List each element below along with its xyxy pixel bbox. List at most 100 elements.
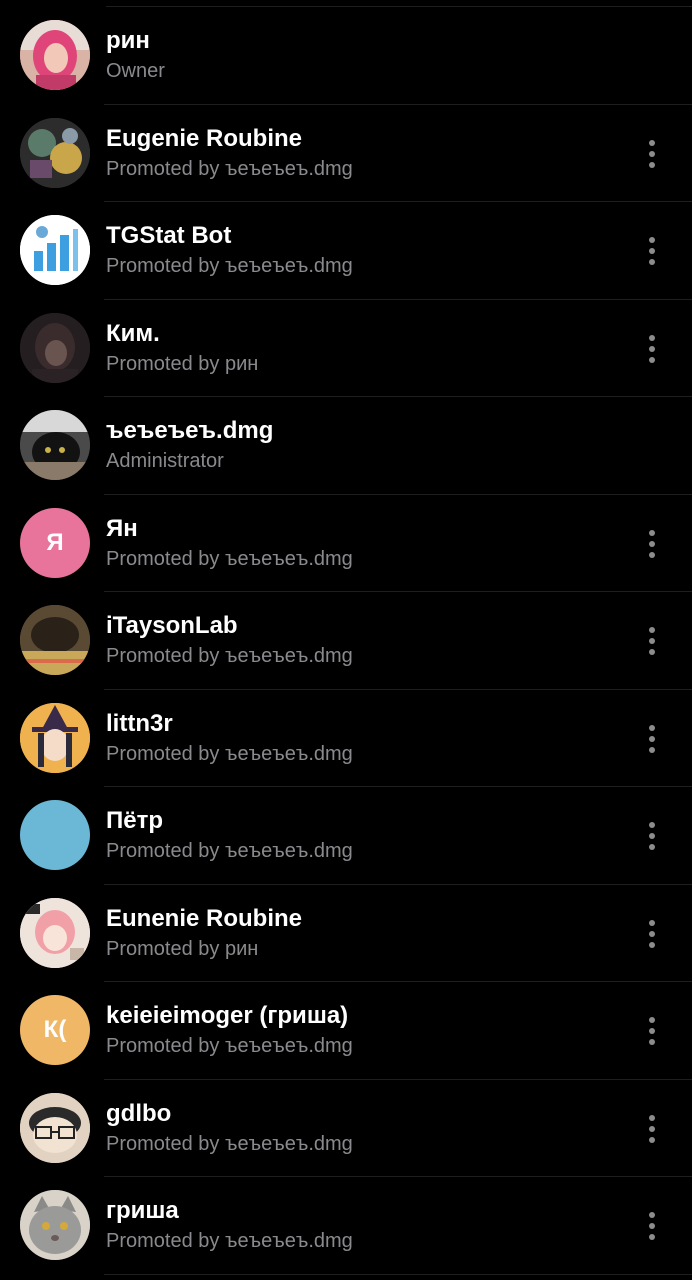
more-options-icon[interactable] [638, 235, 666, 267]
member-name: рин [106, 27, 150, 54]
menu-dot [649, 139, 655, 146]
menu-dot [649, 150, 655, 157]
members-screen: рин Owner Eugenie Roubine Promoted by ъе… [0, 0, 692, 1280]
member-row[interactable]: Eugenie Roubine Promoted by ъеъеъеъ.dmg [0, 105, 692, 203]
member-row[interactable]: рин Owner [0, 7, 692, 105]
member-name: гриша [106, 1197, 179, 1224]
menu-dot [649, 822, 655, 828]
user-photo-anime-pink[interactable] [20, 897, 90, 968]
more-options-icon[interactable] [638, 820, 666, 852]
menu-dot [649, 1234, 655, 1240]
member-row[interactable]: Eunenie Roubine Promoted by рин [0, 885, 692, 983]
menu-dot [649, 1212, 655, 1218]
member-row[interactable]: Пётр Promoted by ъеъеъеъ.dmg [0, 787, 692, 885]
avatar-initials: К( [43, 1016, 67, 1043]
menu-dot [649, 248, 655, 254]
avatar[interactable]: К( [20, 995, 90, 1065]
user-photo-glasses-drawing[interactable] [20, 1092, 90, 1163]
user-photo-grey-cat[interactable] [20, 1190, 90, 1260]
member-list: рин Owner Eugenie Roubine Promoted by ъе… [0, 7, 692, 1275]
menu-dot [649, 237, 655, 243]
member-name: gdlbo [106, 1099, 172, 1127]
more-options-icon[interactable] [638, 528, 666, 560]
member-name: keieieimoger (гриша) [106, 1002, 349, 1029]
menu-dot [649, 551, 655, 558]
avatar-initials: Я [46, 528, 64, 556]
member-name: littn3r [106, 709, 173, 737]
menu-dot [649, 356, 655, 363]
member-role: Promoted by ъеъеъеъ.dmg [106, 645, 353, 667]
member-role: Promoted by ъеъеъеъ.dmg [106, 157, 353, 180]
member-role: Administrator [106, 450, 224, 472]
user-photo-abstract[interactable] [20, 117, 90, 188]
more-options-icon[interactable] [638, 723, 666, 755]
menu-dot [649, 746, 655, 753]
user-photo-pink-hair[interactable] [20, 20, 90, 90]
menu-dot [649, 833, 655, 839]
member-role: Promoted by ъеъеъеъ.dmg [106, 1132, 353, 1155]
avatar[interactable]: Я [20, 507, 90, 578]
menu-dot [649, 930, 655, 937]
menu-dot [649, 1039, 655, 1045]
member-role: Promoted by ъеъеъеъ.dmg [106, 255, 353, 277]
member-name: Пётр [106, 807, 164, 834]
more-options-icon[interactable] [638, 1015, 666, 1047]
member-name: Ким. [106, 319, 160, 347]
member-name: ъеъеъеъ.dmg [106, 417, 274, 444]
menu-dot [649, 1223, 655, 1229]
member-role: Promoted by ъеъеъеъ.dmg [106, 1230, 353, 1252]
member-row[interactable]: littn3r Promoted by ъеъеъеъ.dmg [0, 690, 692, 788]
more-options-icon[interactable] [638, 918, 666, 950]
member-row[interactable]: ъеъеъеъ.dmg Administrator [0, 397, 692, 495]
menu-dot [649, 334, 655, 341]
member-name: Eunenie Roubine [106, 904, 303, 932]
user-photo-anime-witch[interactable] [20, 702, 90, 773]
member-row[interactable]: TGStat Bot Promoted by ъеъеъеъ.dmg [0, 202, 692, 300]
member-row[interactable]: gdlbo Promoted by ъеъеъеъ.dmg [0, 1080, 692, 1178]
menu-dot [649, 540, 655, 547]
more-options-icon[interactable] [638, 625, 666, 657]
member-row[interactable]: гриша Promoted by ъеъеъеъ.dmg [0, 1177, 692, 1275]
more-options-icon[interactable] [638, 1210, 666, 1242]
menu-dot [649, 919, 655, 926]
avatar[interactable] [20, 800, 90, 870]
menu-dot [649, 1114, 655, 1121]
menu-dot [649, 844, 655, 850]
member-role: Promoted by ъеъеъеъ.dmg [106, 547, 353, 570]
more-options-icon[interactable] [638, 333, 666, 365]
more-options-icon[interactable] [638, 1113, 666, 1145]
menu-dot [649, 259, 655, 265]
menu-dot [649, 941, 655, 948]
menu-dot [649, 735, 655, 742]
user-photo-anime-dark[interactable] [20, 312, 90, 383]
menu-dot [649, 161, 655, 168]
member-name: TGStat Bot [106, 222, 232, 249]
member-name: Ян [106, 514, 138, 542]
member-role: Promoted by ъеъеъеъ.dmg [106, 742, 353, 765]
member-row[interactable]: Ким. Promoted by рин [0, 300, 692, 398]
member-role: Promoted by ъеъеъеъ.dmg [106, 840, 353, 862]
member-name: iTaysonLab [106, 612, 238, 639]
user-photo-cat[interactable] [20, 410, 90, 480]
menu-dot [649, 345, 655, 352]
menu-dot [649, 627, 655, 633]
menu-dot [649, 724, 655, 731]
menu-dot [649, 1136, 655, 1143]
member-name: Eugenie Roubine [106, 124, 303, 152]
member-role: Promoted by рин [106, 937, 259, 960]
more-options-icon[interactable] [638, 138, 666, 170]
menu-dot [649, 1028, 655, 1034]
tgstat-logo[interactable] [20, 215, 90, 285]
member-row[interactable]: К( keieieimoger (гриша) Promoted by ъеъе… [0, 982, 692, 1080]
user-photo-cat-blanket[interactable] [20, 605, 90, 675]
member-role: Owner [106, 60, 165, 82]
member-role: Promoted by ъеъеъеъ.dmg [106, 1035, 353, 1057]
member-row[interactable]: iTaysonLab Promoted by ъеъеъеъ.dmg [0, 592, 692, 690]
menu-dot [649, 1017, 655, 1023]
menu-dot [649, 529, 655, 536]
menu-dot [649, 638, 655, 644]
menu-dot [649, 1125, 655, 1132]
menu-dot [649, 649, 655, 655]
member-row[interactable]: Я Ян Promoted by ъеъеъеъ.dmg [0, 495, 692, 593]
member-role: Promoted by рин [106, 352, 259, 375]
